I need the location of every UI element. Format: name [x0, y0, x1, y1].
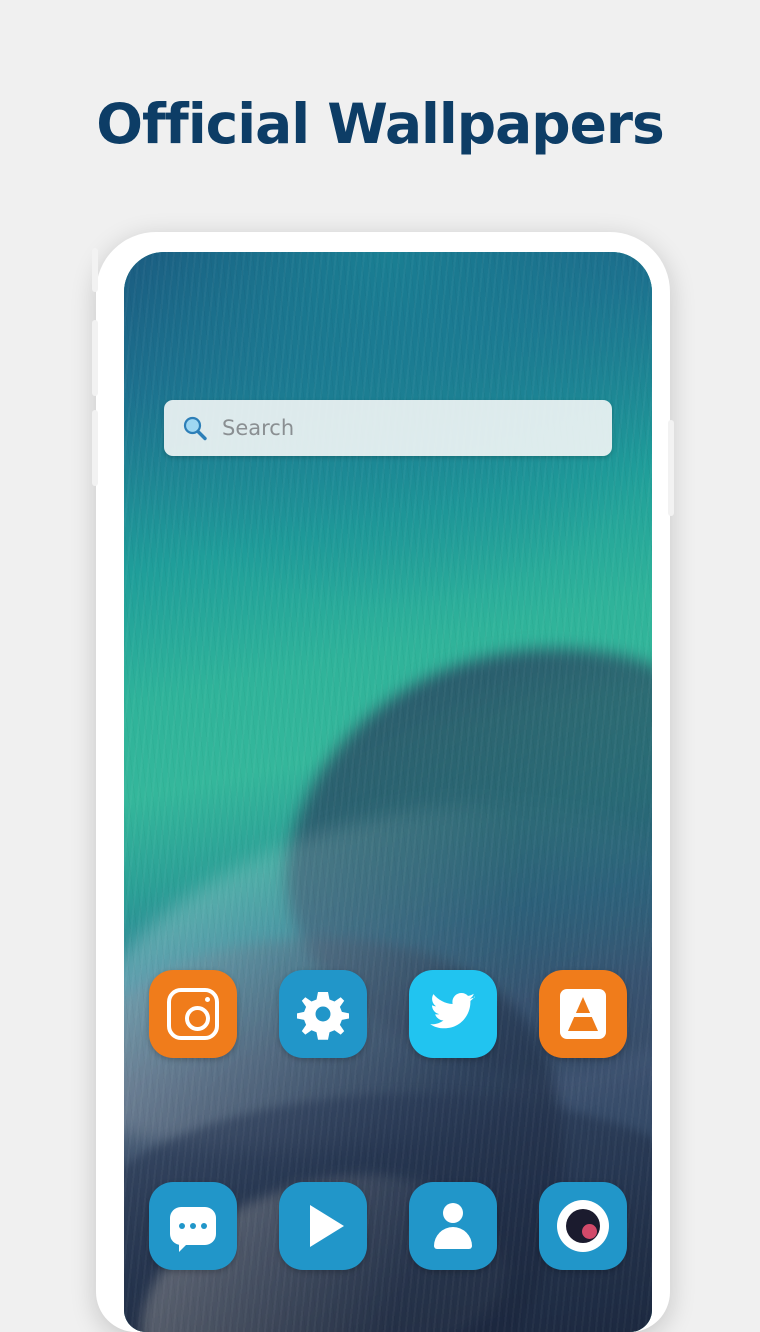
- volume-up-button[interactable]: [92, 320, 98, 396]
- camera-lens-inner: [566, 1209, 600, 1243]
- app-row-2: [124, 1182, 652, 1270]
- app-icon-twitter[interactable]: [409, 970, 497, 1058]
- search-bar[interactable]: Search: [164, 400, 612, 456]
- page-title: Official Wallpapers: [96, 92, 665, 156]
- app-icon-messages[interactable]: [149, 1182, 237, 1270]
- search-icon: [182, 415, 208, 441]
- twitter-bird-icon: [430, 991, 476, 1038]
- power-button[interactable]: [668, 420, 674, 516]
- app-icon-vlc[interactable]: [539, 970, 627, 1058]
- bubble-dot-icon: [190, 1223, 196, 1229]
- app-icon-settings[interactable]: [279, 970, 367, 1058]
- play-triangle-icon: [310, 1205, 344, 1247]
- volume-down-button[interactable]: [92, 410, 98, 486]
- app-icon-instagram[interactable]: [149, 970, 237, 1058]
- mute-switch[interactable]: [92, 248, 98, 292]
- app-icon-camera[interactable]: [539, 1182, 627, 1270]
- bubble-dot-icon: [201, 1223, 207, 1229]
- chat-bubble-icon: [170, 1207, 216, 1252]
- phone-screen: Search: [124, 252, 652, 1332]
- instagram-icon: [167, 988, 219, 1040]
- instagram-dot-icon: [205, 997, 210, 1002]
- bubble-dot-icon: [179, 1223, 185, 1229]
- person-icon: [430, 1203, 476, 1249]
- traffic-cone-icon: [560, 989, 606, 1039]
- app-icon-play-store[interactable]: [279, 1182, 367, 1270]
- app-row-1: [124, 970, 652, 1058]
- gear-icon: [296, 988, 350, 1040]
- search-input[interactable]: Search: [222, 416, 294, 440]
- camera-lens-icon: [557, 1200, 609, 1252]
- app-icon-contacts[interactable]: [409, 1182, 497, 1270]
- cone-shape: [568, 997, 598, 1031]
